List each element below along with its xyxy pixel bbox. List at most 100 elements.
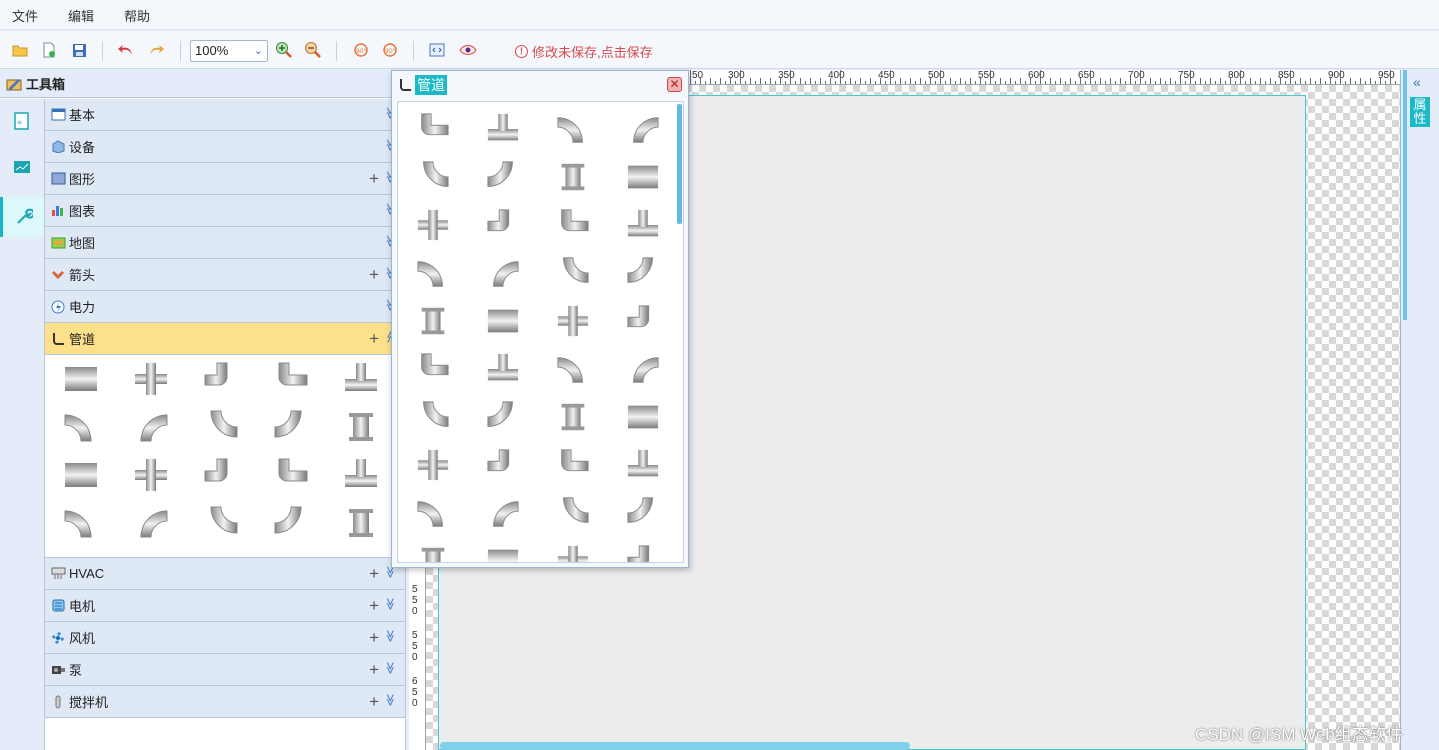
pipe-shape-icon[interactable] [416, 496, 450, 530]
pipe-shape-icon[interactable] [273, 361, 309, 397]
category-pump[interactable]: 泵 + ≫ [45, 654, 405, 686]
category-motor[interactable]: 电机 + ≫ [45, 590, 405, 622]
zoom-in-icon[interactable] [275, 41, 293, 59]
vertical-scrollbar[interactable] [1403, 70, 1407, 320]
eye-icon[interactable] [459, 41, 477, 59]
zoom-select[interactable]: 100% ⌄ [190, 40, 268, 62]
add-icon[interactable]: + [369, 169, 379, 189]
pipe-shape-icon[interactable] [343, 361, 379, 397]
pipe-shape-icon[interactable] [133, 457, 169, 493]
chevron-down-icon[interactable]: ≫ [384, 630, 398, 643]
category-shape[interactable]: 图形+≫ [45, 163, 405, 195]
chevron-down-icon[interactable]: ≫ [384, 694, 398, 707]
category-hvac[interactable]: HVAC + ≫ [45, 558, 405, 590]
pipe-shape-icon[interactable] [626, 496, 660, 530]
category-mixer[interactable]: 搅拌机 + ≫ [45, 686, 405, 718]
pipe-shape-icon[interactable] [133, 361, 169, 397]
add-icon[interactable]: + [369, 660, 379, 680]
pipe-shape-icon[interactable] [133, 505, 169, 541]
pipe-shape-icon[interactable] [486, 352, 520, 386]
pipe-shape-icon[interactable] [203, 457, 239, 493]
pipe-shape-icon[interactable] [273, 505, 309, 541]
pipe-shape-icon[interactable] [343, 505, 379, 541]
unsaved-notice[interactable]: ! 修改未保存,点击保存 [515, 42, 653, 61]
pipe-shape-icon[interactable] [626, 112, 660, 146]
new-file-icon[interactable] [40, 41, 58, 59]
pipe-shape-icon[interactable] [273, 409, 309, 445]
open-folder-icon[interactable] [11, 41, 29, 59]
pipe-shape-icon[interactable] [556, 112, 590, 146]
pipe-shape-icon[interactable] [343, 457, 379, 493]
pipe-shape-icon[interactable] [556, 496, 590, 530]
pipe-shape-icon[interactable] [626, 400, 660, 434]
pipe-shape-icon[interactable] [556, 304, 590, 338]
add-icon[interactable]: + [369, 329, 379, 349]
pipe-shape-icon[interactable] [416, 400, 450, 434]
pipe-shape-icon[interactable] [416, 160, 450, 194]
pipe-shape-icon[interactable] [416, 544, 450, 562]
pipe-shape-icon[interactable] [416, 304, 450, 338]
add-icon[interactable]: + [369, 628, 379, 648]
pipe-shape-icon[interactable] [63, 505, 99, 541]
pipe-shape-icon[interactable] [486, 112, 520, 146]
pipe-shape-icon[interactable] [416, 256, 450, 290]
preview-code-icon[interactable] [428, 41, 446, 59]
chevron-down-icon[interactable]: ≫ [384, 662, 398, 675]
add-icon[interactable]: + [369, 692, 379, 712]
category-chart[interactable]: 图表≫ [45, 195, 405, 227]
menu-file[interactable]: 文件 [12, 6, 38, 25]
pipe-shape-icon[interactable] [626, 544, 660, 562]
properties-tab[interactable]: 属性 [1410, 97, 1430, 127]
pipe-shape-icon[interactable] [486, 448, 520, 482]
category-pipe[interactable]: 管道+≫ [45, 323, 405, 355]
save-icon[interactable] [70, 41, 88, 59]
category-map[interactable]: 地图≫ [45, 227, 405, 259]
pipe-shape-icon[interactable] [626, 160, 660, 194]
category-power[interactable]: 电力≫ [45, 291, 405, 323]
pipe-shape-icon[interactable] [556, 256, 590, 290]
pipe-shape-icon[interactable] [486, 208, 520, 242]
pipe-shape-icon[interactable] [416, 208, 450, 242]
tab-tools-icon[interactable] [0, 197, 44, 237]
pipe-shape-icon[interactable] [133, 409, 169, 445]
undo-icon[interactable] [117, 41, 135, 59]
zoom-out-icon[interactable] [304, 41, 322, 59]
pipe-shape-icon[interactable] [556, 208, 590, 242]
pipe-shape-icon[interactable] [556, 448, 590, 482]
pipe-shape-icon[interactable] [556, 544, 590, 562]
tab-page-icon[interactable]: ≡ [0, 101, 44, 141]
add-icon[interactable]: + [369, 564, 379, 584]
pipe-shape-icon[interactable] [626, 352, 660, 386]
add-icon[interactable]: + [369, 596, 379, 616]
popup-header[interactable]: 管道 ✕ [392, 71, 688, 99]
pipe-shape-icon[interactable] [486, 496, 520, 530]
redo-icon[interactable] [147, 41, 165, 59]
pipe-shape-icon[interactable] [626, 304, 660, 338]
pipe-shape-icon[interactable] [273, 457, 309, 493]
category-device[interactable]: 设备≫ [45, 131, 405, 163]
pipe-shape-icon[interactable] [556, 352, 590, 386]
horizontal-scrollbar[interactable] [440, 742, 910, 750]
pipe-shape-icon[interactable] [486, 304, 520, 338]
pipe-shape-icon[interactable] [416, 352, 450, 386]
pipe-shape-icon[interactable] [626, 208, 660, 242]
pipe-shape-icon[interactable] [416, 448, 450, 482]
pipe-shape-icon[interactable] [63, 361, 99, 397]
chevron-down-icon[interactable]: ≫ [384, 598, 398, 611]
pipe-shape-icon[interactable] [556, 400, 590, 434]
pipe-shape-icon[interactable] [486, 544, 520, 562]
category-arrow[interactable]: 箭头+≫ [45, 259, 405, 291]
rotate-right-icon[interactable]: 90° [381, 41, 399, 59]
pipe-shape-icon[interactable] [556, 160, 590, 194]
pipe-shape-icon[interactable] [63, 409, 99, 445]
pipe-shape-icon[interactable] [203, 361, 239, 397]
category-fan[interactable]: 风机 + ≫ [45, 622, 405, 654]
tab-chart-icon[interactable] [0, 147, 44, 187]
menu-edit[interactable]: 编辑 [68, 6, 94, 25]
pipe-shape-icon[interactable] [626, 256, 660, 290]
collapse-icon[interactable]: « [1413, 74, 1421, 90]
pipe-shape-icon[interactable] [486, 400, 520, 434]
pipe-shape-icon[interactable] [416, 112, 450, 146]
pipe-shape-icon[interactable] [63, 457, 99, 493]
pipe-shape-icon[interactable] [203, 409, 239, 445]
